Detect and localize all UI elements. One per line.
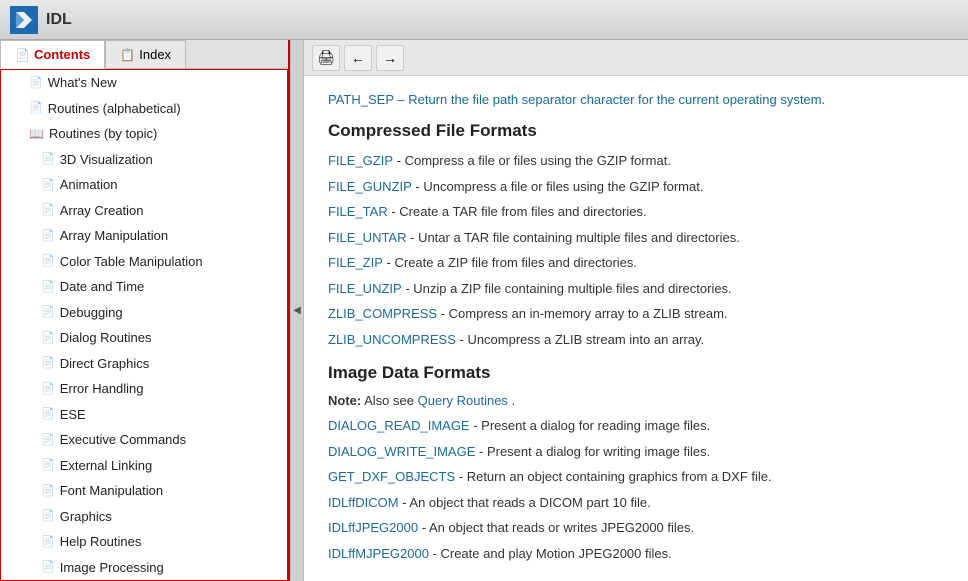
image-data-formats-heading: Image Data Formats: [328, 363, 944, 383]
tree-item-direct-graphics[interactable]: 📄 Direct Graphics: [1, 351, 287, 377]
tree-item-routines-topic[interactable]: 📖 Routines (by topic): [1, 121, 287, 147]
tree-item-error-handling[interactable]: 📄 Error Handling: [1, 376, 287, 402]
tree-item-executive-commands[interactable]: 📄 Executive Commands: [1, 427, 287, 453]
forward-icon: →: [383, 50, 397, 66]
contents-icon: 📄: [15, 48, 30, 62]
file-zip-link[interactable]: FILE_ZIP: [328, 255, 383, 270]
idlff-dicom-link[interactable]: IDLffDICOM: [328, 495, 399, 510]
entry-get-dxf-objects: GET_DXF_OBJECTS - Return an object conta…: [328, 467, 944, 487]
entry-file-gzip: FILE_GZIP - Compress a file or files usi…: [328, 151, 944, 171]
tree-item-help-routines[interactable]: 📄 Help Routines: [1, 529, 287, 555]
page-icon: 📄: [41, 406, 55, 423]
page-icon: 📄: [41, 355, 55, 372]
tree-item-animation[interactable]: 📄 Animation: [1, 172, 287, 198]
tree-item-color-table[interactable]: 📄 Color Table Manipulation: [1, 249, 287, 275]
book-open-icon: 📖: [29, 125, 44, 143]
entry-file-tar: FILE_TAR - Create a TAR file from files …: [328, 202, 944, 222]
main-area: 📄 Contents 📋 Index 📄 What's New 📄 Routin…: [0, 40, 968, 581]
file-untar-link[interactable]: FILE_UNTAR: [328, 230, 407, 245]
entry-idlff-jpeg2000: IDLffJPEG2000 - An object that reads or …: [328, 518, 944, 538]
dialog-write-image-link[interactable]: DIALOG_WRITE_IMAGE: [328, 444, 475, 459]
page-icon: 📄: [41, 279, 55, 296]
tab-contents[interactable]: 📄 Contents: [0, 40, 105, 69]
idlff-mjpeg2000-link[interactable]: IDLffMJPEG2000: [328, 546, 429, 561]
tabs-bar: 📄 Contents 📋 Index: [0, 40, 288, 69]
path-sep-link[interactable]: PATH_SEP: [328, 92, 394, 107]
file-tar-link[interactable]: FILE_TAR: [328, 204, 388, 219]
tree-item-ese[interactable]: 📄 ESE: [1, 402, 287, 428]
file-unzip-link[interactable]: FILE_UNZIP: [328, 281, 402, 296]
panel-divider[interactable]: ◀: [290, 40, 304, 581]
print-button[interactable]: 🖨: [312, 45, 340, 71]
page-icon: 📄: [41, 534, 55, 551]
entry-idlff-mjpeg2000: IDLffMJPEG2000 - Create and play Motion …: [328, 544, 944, 564]
compressed-file-formats-heading: Compressed File Formats: [328, 121, 944, 141]
entry-zlib-compress: ZLIB_COMPRESS - Compress an in-memory ar…: [328, 304, 944, 324]
forward-button[interactable]: →: [376, 45, 404, 71]
page-icon: 📄: [41, 202, 55, 219]
tree-item-routines-alpha[interactable]: 📄 Routines (alphabetical): [1, 96, 287, 122]
tree-item-array-manip[interactable]: 📄 Array Manipulation: [1, 223, 287, 249]
tree-item-dialog-routines[interactable]: 📄 Dialog Routines: [1, 325, 287, 351]
tree-item-3d-viz[interactable]: 📄 3D Visualization: [1, 147, 287, 173]
page-icon: 📄: [41, 457, 55, 474]
note-line: Note: Also see Query Routines .: [328, 393, 944, 408]
zlib-compress-link[interactable]: ZLIB_COMPRESS: [328, 306, 437, 321]
entry-file-unzip: FILE_UNZIP - Unzip a ZIP file containing…: [328, 279, 944, 299]
entry-file-untar: FILE_UNTAR - Untar a TAR file containing…: [328, 228, 944, 248]
back-icon: ←: [351, 50, 365, 66]
tree-item-graphics[interactable]: 📄 Graphics: [1, 504, 287, 530]
content-area[interactable]: PATH_SEP – Return the file path separato…: [304, 76, 968, 581]
print-icon: 🖨: [317, 49, 335, 66]
entry-dialog-write-image: DIALOG_WRITE_IMAGE - Present a dialog fo…: [328, 442, 944, 462]
page-icon: 📄: [41, 228, 55, 245]
page-icon: 📄: [41, 381, 55, 398]
left-panel: 📄 Contents 📋 Index 📄 What's New 📄 Routin…: [0, 40, 290, 581]
app-title: IDL: [46, 11, 72, 29]
right-panel: 🖨 ← → PATH_SEP – Return the file path se…: [304, 40, 968, 581]
tree-area[interactable]: 📄 What's New 📄 Routines (alphabetical) 📖…: [0, 69, 288, 581]
page-icon: 📄: [41, 483, 55, 500]
tree-item-external-linking[interactable]: 📄 External Linking: [1, 453, 287, 479]
page-icon: 📄: [41, 508, 55, 525]
entry-file-gunzip: FILE_GUNZIP - Uncompress a file or files…: [328, 177, 944, 197]
page-icon: 📄: [41, 432, 55, 449]
path-line: PATH_SEP – Return the file path separato…: [328, 92, 944, 107]
dialog-read-image-link[interactable]: DIALOG_READ_IMAGE: [328, 418, 470, 433]
tree-item-array-creation[interactable]: 📄 Array Creation: [1, 198, 287, 224]
page-icon: 📄: [29, 100, 43, 117]
entry-zlib-uncompress: ZLIB_UNCOMPRESS - Uncompress a ZLIB stre…: [328, 330, 944, 350]
tree-item-debugging[interactable]: 📄 Debugging: [1, 300, 287, 326]
tab-index[interactable]: 📋 Index: [105, 40, 186, 68]
back-button[interactable]: ←: [344, 45, 372, 71]
page-icon: 📄: [41, 330, 55, 347]
collapse-arrow-icon: ◀: [293, 305, 301, 316]
page-icon: 📄: [41, 177, 55, 194]
file-gunzip-link[interactable]: FILE_GUNZIP: [328, 179, 412, 194]
toolbar: 🖨 ← →: [304, 40, 968, 76]
idlff-jpeg2000-link[interactable]: IDLffJPEG2000: [328, 520, 418, 535]
entry-file-zip: FILE_ZIP - Create a ZIP file from files …: [328, 253, 944, 273]
app-logo: [10, 6, 38, 34]
query-routines-link[interactable]: Query Routines: [418, 393, 508, 408]
page-icon: 📄: [29, 75, 43, 92]
title-bar: IDL: [0, 0, 968, 40]
tree-item-image-processing[interactable]: 📄 Image Processing: [1, 555, 287, 581]
index-icon: 📋: [120, 48, 135, 62]
entry-idlff-dicom: IDLffDICOM - An object that reads a DICO…: [328, 493, 944, 513]
page-icon: 📄: [41, 151, 55, 168]
page-icon: 📄: [41, 253, 55, 270]
file-gzip-link[interactable]: FILE_GZIP: [328, 153, 393, 168]
entry-dialog-read-image: DIALOG_READ_IMAGE - Present a dialog for…: [328, 416, 944, 436]
tree-item-whats-new[interactable]: 📄 What's New: [1, 70, 287, 96]
tree-item-font-manip[interactable]: 📄 Font Manipulation: [1, 478, 287, 504]
zlib-uncompress-link[interactable]: ZLIB_UNCOMPRESS: [328, 332, 456, 347]
page-icon: 📄: [41, 304, 55, 321]
page-icon: 📄: [41, 559, 55, 576]
tree-item-date-time[interactable]: 📄 Date and Time: [1, 274, 287, 300]
get-dxf-objects-link[interactable]: GET_DXF_OBJECTS: [328, 469, 455, 484]
